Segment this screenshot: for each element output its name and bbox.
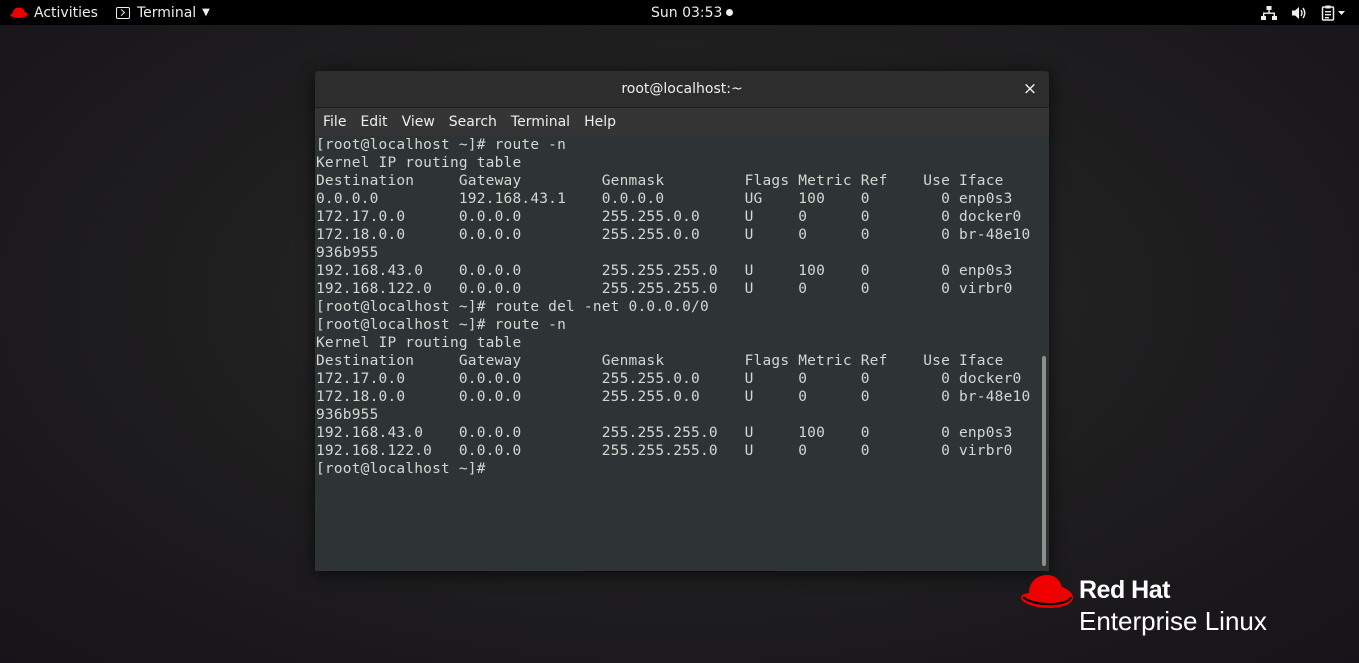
network-icon [1261,5,1277,20]
brand-name: Red Hat [1079,576,1170,604]
terminal-window[interactable]: root@localhost:~ × File Edit View Search… [315,71,1049,571]
terminal-line: Destination Gateway Genmask Flags Metric… [316,353,1004,369]
activities-label: Activities [34,4,98,21]
terminal-line: 172.17.0.0 0.0.0.0 255.255.0.0 U 0 0 0 d… [316,371,1022,387]
menu-search[interactable]: Search [442,108,504,136]
top-bar: Activities Terminal ▼ Sun 03:53 [0,0,1359,25]
terminal-line: 192.168.122.0 0.0.0.0 255.255.255.0 U 0 … [316,281,1013,297]
redhat-hat-icon [10,7,28,18]
window-titlebar[interactable]: root@localhost:~ × [315,71,1049,108]
scrollbar-thumb[interactable] [1042,356,1046,566]
terminal-line: 172.18.0.0 0.0.0.0 255.255.0.0 U 0 0 0 b… [316,227,1031,243]
brand-product: Enterprise Linux [1079,606,1267,636]
terminal-line: 172.18.0.0 0.0.0.0 255.255.0.0 U 0 0 0 b… [316,389,1031,405]
terminal-line: 192.168.43.0 0.0.0.0 255.255.255.0 U 100… [316,425,1013,441]
volume-icon [1292,6,1306,19]
clock-label: Sun 03:53 [651,4,723,21]
terminal-line: 172.17.0.0 0.0.0.0 255.255.0.0 U 0 0 0 d… [316,209,1022,225]
menu-bar: File Edit View Search Terminal Help [315,108,1049,137]
terminal-prompt-line: [root@localhost ~]# [316,461,486,477]
terminal-line: 0.0.0.0 192.168.43.1 0.0.0.0 UG 100 0 0 … [316,191,1013,207]
chevron-down-icon: ▼ [202,7,210,18]
app-menu-button[interactable]: Terminal ▼ [116,0,210,25]
terminal-icon [116,6,130,19]
activities-button[interactable]: Activities [10,0,98,25]
terminal-line: [root@localhost ~]# route del -net 0.0.0… [316,299,709,315]
terminal-line: 192.168.43.0 0.0.0.0 255.255.255.0 U 100… [316,263,1013,279]
app-menu-label: Terminal [137,4,197,21]
clipboard-icon [1321,5,1345,21]
terminal-line: 192.168.122.0 0.0.0.0 255.255.255.0 U 0 … [316,443,1013,459]
terminal-output[interactable]: [root@localhost ~]# route -n Kernel IP ro… [315,136,1039,571]
close-button[interactable]: × [1021,80,1039,98]
menu-help[interactable]: Help [577,108,623,136]
menu-view[interactable]: View [395,108,442,136]
terminal-line: [root@localhost ~]# route -n [316,137,567,153]
window-title: root@localhost:~ [621,81,743,97]
terminal-line: Destination Gateway Genmask Flags Metric… [316,173,1004,189]
terminal-line: Kernel IP routing table [316,335,522,351]
notification-dot-icon [726,9,734,16]
terminal-scrollbar[interactable] [1039,136,1049,571]
terminal-text: [root@localhost ~]# route -n Kernel IP ro… [315,136,1039,478]
system-tray[interactable] [1261,0,1347,25]
terminal-line: 936b955 [316,407,379,423]
menu-file[interactable]: File [316,108,353,136]
menu-terminal[interactable]: Terminal [504,108,577,136]
terminal-line: 936b955 [316,245,379,261]
terminal-line: [root@localhost ~]# route -n [316,317,567,333]
menu-edit[interactable]: Edit [353,108,394,136]
terminal-line: Kernel IP routing table [316,155,522,171]
clock[interactable]: Sun 03:53 [651,0,734,25]
redhat-hat-logo-icon [1021,575,1073,608]
